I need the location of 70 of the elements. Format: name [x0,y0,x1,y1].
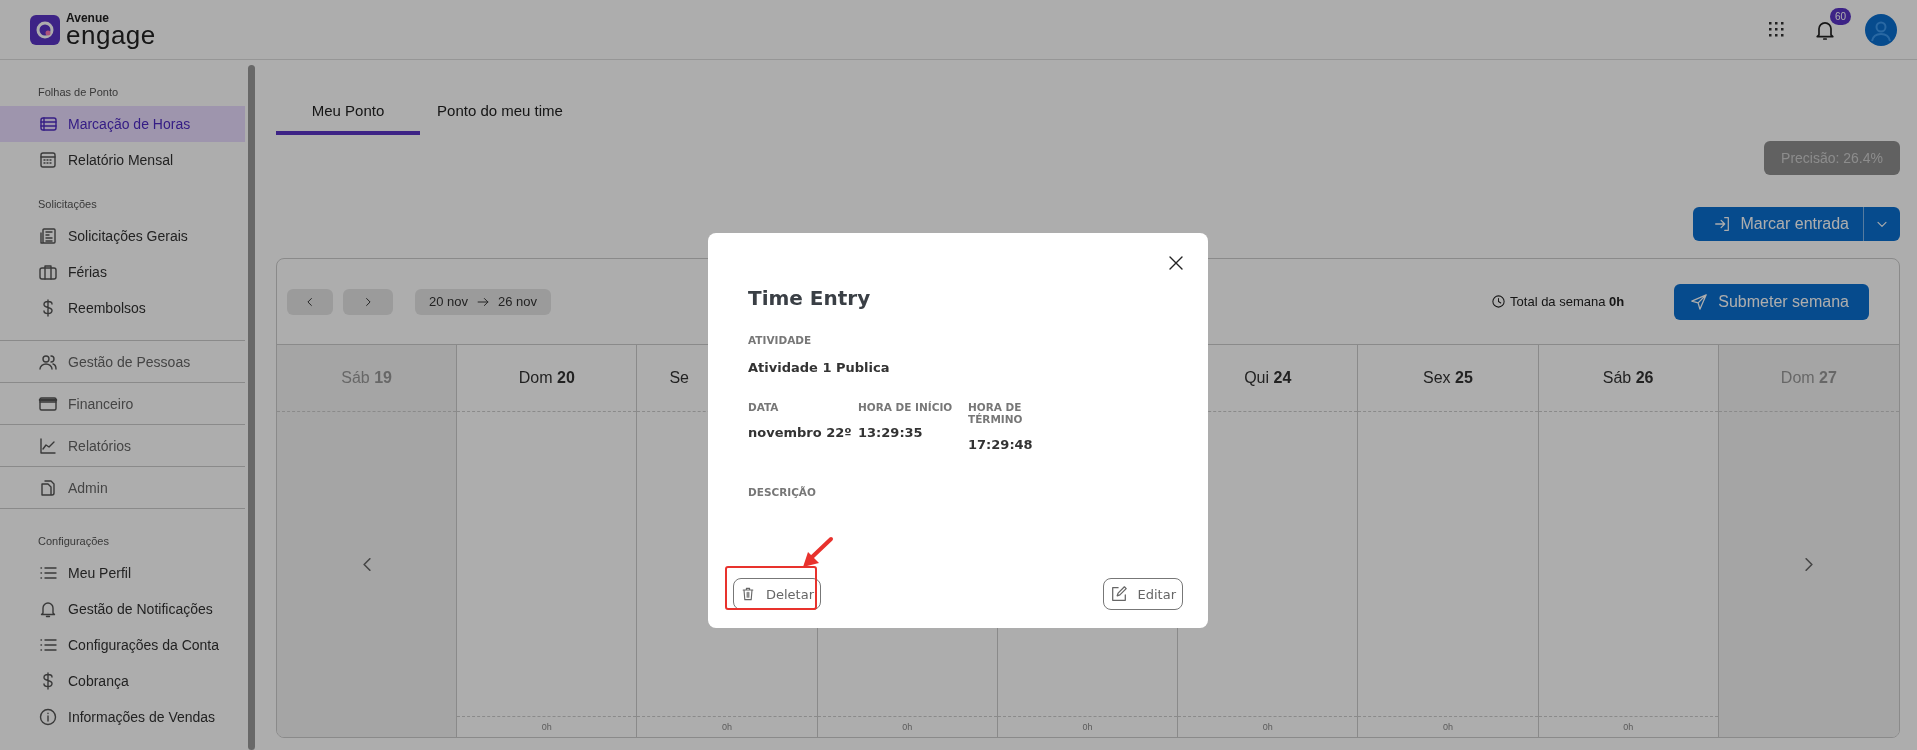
field-value: 13:29:35 [858,425,924,440]
day-total: 0h [722,722,733,732]
day-header: Se [669,369,689,387]
section-title: Folhas de Ponto [37,85,120,100]
edit-button[interactable]: Editar [1102,578,1183,610]
notification-badge: 60 [1829,7,1851,25]
sidebar-item[interactable]: Relatórios [0,424,245,466]
apps-icon[interactable] [1769,21,1785,38]
sidebar-item[interactable]: Férias [0,254,245,290]
sidebar-item[interactable]: Gestão de Notificações [0,591,245,627]
info-icon [38,707,58,727]
day-total: 0h [1623,722,1634,732]
calendar-icon [38,150,58,170]
sidebar-item[interactable]: Relatório Mensal [0,142,245,178]
sign-in-icon [1712,215,1731,233]
day-header: Sáb 26 [1602,369,1654,387]
chevron-left-icon [362,557,371,571]
sidebar-item[interactable]: Marcação de Horas [0,106,245,142]
chart-icon [38,435,58,456]
tab[interactable]: Meu Ponto [276,94,420,135]
day-header: Sáb 19 [341,369,392,387]
section-title: Solicitações [37,197,98,212]
field-label: ATIVIDADE [748,334,813,346]
tab[interactable]: Ponto do meu time [420,94,580,135]
logo-text: engage [66,21,156,48]
sidebar-item[interactable]: Meu Perfil [0,555,245,591]
field-label: DESCRIÇÃO [748,486,817,498]
week-total: Total da semana 0h [1510,294,1625,309]
field-value: 17:29:48 [968,437,1034,452]
day-header: Dom 20 [518,369,575,387]
sidebar-item[interactable]: Configurações da Conta [0,627,245,663]
field-label: DATA [748,401,780,413]
day-header: Sex 25 [1423,369,1473,387]
scrollbar[interactable] [248,65,255,750]
day-total: 0h [902,722,913,732]
edit-icon [1109,585,1128,603]
day-total: 0h [1082,722,1093,732]
day-header: Dom 27 [1780,369,1837,387]
suitcase-icon [38,262,58,282]
avatar[interactable] [1865,13,1897,46]
day-total: 0h [541,722,552,732]
sidebar-item[interactable]: Solicitações Gerais [0,218,245,254]
sidebar-item[interactable]: Gestão de Pessoas [0,340,245,382]
chevron-right-icon [1804,557,1813,571]
document-icon [38,226,58,246]
submit-week-button[interactable]: Submeter semana [1674,283,1869,320]
trash-icon [740,586,756,602]
dialog-title: Time Entry [748,286,872,310]
sidebar-item[interactable]: Cobrança [0,663,245,699]
field-label: HORA DE INÍCIO [858,401,954,413]
sidebar-item[interactable]: Reembolsos [0,290,245,326]
day-header: Qui 24 [1244,369,1292,387]
date-range[interactable]: 20 nov 26 nov [415,288,552,315]
field-label: HORA DE TÉRMINO [968,401,1024,425]
sidebar-item[interactable]: Informações de Vendas [0,699,245,735]
day-total: 0h [1442,722,1453,732]
section-title: Configurações [37,534,110,549]
logo-icon [30,14,60,45]
list-icon [38,114,58,134]
clock-icon [1491,294,1507,309]
sidebar-item[interactable]: Financeiro [0,382,245,424]
sidebar-item[interactable]: Admin [0,466,245,508]
delete-button[interactable]: Deletar [733,578,822,610]
field-value: novembro 22º [748,425,853,440]
send-icon [1690,292,1709,311]
documents-icon [38,477,58,498]
field-value: Atividade 1 Publica [748,360,891,375]
logo-text: Avenue [66,11,110,24]
bell-icon [38,599,58,619]
day-total: 0h [1262,722,1273,732]
